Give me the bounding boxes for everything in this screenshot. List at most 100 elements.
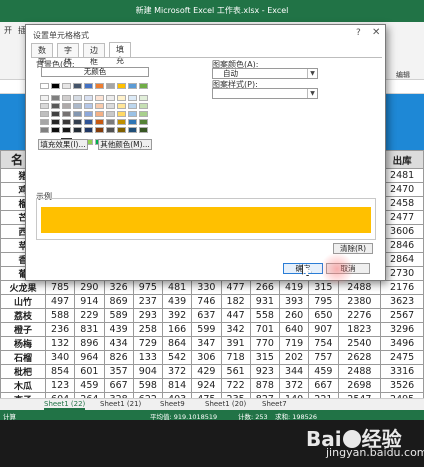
table-cell[interactable]: 2380 (337, 294, 382, 309)
table-cell[interactable]: 722 (220, 378, 251, 393)
sheet-tab[interactable]: Sheet9 (160, 400, 185, 408)
table-cell[interactable]: 439 (161, 294, 193, 309)
table-cell[interactable]: 315 (249, 350, 281, 365)
more-colors-button[interactable]: 其他颜色(M)... (98, 139, 152, 150)
table-cell[interactable]: 770 (249, 336, 281, 351)
table-cell[interactable]: 229 (74, 308, 105, 323)
pattern-color-select[interactable]: 自动 ▼ (212, 68, 318, 79)
color-swatch[interactable] (117, 111, 126, 117)
table-cell[interactable]: 237 (132, 294, 164, 309)
table-cell[interactable]: 975 (132, 280, 164, 295)
table-cell[interactable]: 2276 (337, 308, 382, 323)
sheet-tab[interactable]: Sheet1 (20) (205, 400, 246, 408)
color-swatch[interactable] (139, 127, 148, 133)
color-swatch[interactable] (128, 83, 137, 89)
color-swatch[interactable] (84, 111, 93, 117)
table-cell[interactable]: 326 (103, 280, 134, 295)
color-swatch[interactable] (139, 119, 148, 125)
table-cell[interactable]: 869 (103, 294, 134, 309)
table-cell[interactable]: 907 (308, 322, 339, 337)
table-cell[interactable]: 923 (249, 364, 281, 379)
table-cell[interactable]: 2698 (337, 378, 382, 393)
table-cell[interactable]: 2488 (337, 364, 382, 379)
table-cell[interactable]: 340 (44, 350, 76, 365)
color-swatch[interactable] (95, 103, 104, 109)
tab-number[interactable]: 数字 (31, 43, 53, 66)
color-swatch[interactable] (117, 103, 126, 109)
table-cell[interactable]: 864 (161, 336, 193, 351)
table-cell[interactable]: 3296 (380, 322, 424, 337)
color-swatch[interactable] (51, 111, 60, 117)
table-cell[interactable]: 481 (161, 280, 193, 295)
table-cell[interactable]: 701 (249, 322, 281, 337)
row-name-cell[interactable]: 橙子 (0, 322, 46, 337)
color-swatch[interactable] (84, 119, 93, 125)
color-swatch[interactable] (95, 119, 104, 125)
table-cell[interactable]: 718 (220, 350, 251, 365)
color-swatch[interactable] (40, 83, 49, 89)
table-cell[interactable]: 964 (74, 350, 105, 365)
ribbon-group-edit[interactable]: 编辑 (396, 70, 410, 80)
table-cell[interactable]: 2458 (380, 196, 424, 211)
table-cell[interactable]: 419 (278, 280, 310, 295)
table-cell[interactable]: 542 (161, 350, 193, 365)
close-icon[interactable]: ✕ (372, 27, 380, 38)
color-swatch[interactable] (62, 83, 71, 89)
table-cell[interactable]: 931 (249, 294, 281, 309)
table-cell[interactable]: 3623 (380, 294, 424, 309)
color-swatch[interactable] (40, 111, 49, 117)
color-swatch[interactable] (95, 95, 104, 101)
color-swatch[interactable] (51, 95, 60, 101)
color-swatch[interactable] (40, 119, 49, 125)
color-swatch[interactable] (139, 103, 148, 109)
row-name-cell[interactable]: 石榴 (0, 350, 46, 365)
tab-font[interactable]: 字体 (57, 43, 79, 66)
row-name-cell[interactable]: 杨梅 (0, 336, 46, 351)
color-swatch[interactable] (139, 83, 148, 89)
table-cell[interactable]: 640 (278, 322, 310, 337)
color-swatch[interactable] (95, 111, 104, 117)
table-cell[interactable]: 2628 (337, 350, 382, 365)
table-cell[interactable]: 258 (132, 322, 164, 337)
color-swatch[interactable] (62, 95, 71, 101)
table-cell[interactable]: 826 (103, 350, 134, 365)
color-swatch[interactable] (84, 83, 93, 89)
table-cell[interactable]: 290 (74, 280, 105, 295)
color-swatch[interactable] (117, 119, 126, 125)
color-swatch[interactable] (73, 111, 82, 117)
table-cell[interactable]: 477 (220, 280, 251, 295)
color-swatch[interactable] (95, 83, 104, 89)
table-cell[interactable]: 2470 (380, 182, 424, 197)
table-cell[interactable]: 831 (74, 322, 105, 337)
table-cell[interactable]: 202 (278, 350, 310, 365)
table-cell[interactable]: 2567 (380, 308, 424, 323)
row-name-cell[interactable]: 山竹 (0, 294, 46, 309)
row-name-cell[interactable]: 枇杷 (0, 364, 46, 379)
table-cell[interactable]: 260 (278, 308, 310, 323)
table-cell[interactable]: 667 (103, 378, 134, 393)
color-swatch[interactable] (128, 103, 137, 109)
table-cell[interactable]: 293 (132, 308, 164, 323)
table-cell[interactable]: 392 (161, 308, 193, 323)
color-swatch[interactable] (95, 127, 104, 133)
table-cell[interactable]: 391 (220, 336, 251, 351)
table-cell[interactable]: 650 (308, 308, 339, 323)
table-cell[interactable]: 166 (161, 322, 193, 337)
color-swatch[interactable] (51, 83, 60, 89)
table-cell[interactable]: 854 (44, 364, 76, 379)
color-swatch[interactable] (62, 111, 71, 117)
table-cell[interactable]: 393 (278, 294, 310, 309)
table-cell[interactable]: 236 (44, 322, 76, 337)
table-cell[interactable]: 754 (308, 336, 339, 351)
table-cell[interactable]: 2730 (380, 266, 424, 281)
table-cell[interactable]: 558 (249, 308, 281, 323)
table-cell[interactable]: 904 (132, 364, 164, 379)
table-cell[interactable]: 3526 (380, 378, 424, 393)
color-swatch[interactable] (84, 95, 93, 101)
table-cell[interactable]: 637 (191, 308, 222, 323)
table-cell[interactable]: 459 (308, 364, 339, 379)
table-cell[interactable]: 2864 (380, 252, 424, 267)
color-swatch[interactable] (128, 111, 137, 117)
table-cell[interactable]: 372 (161, 364, 193, 379)
table-cell[interactable]: 914 (74, 294, 105, 309)
